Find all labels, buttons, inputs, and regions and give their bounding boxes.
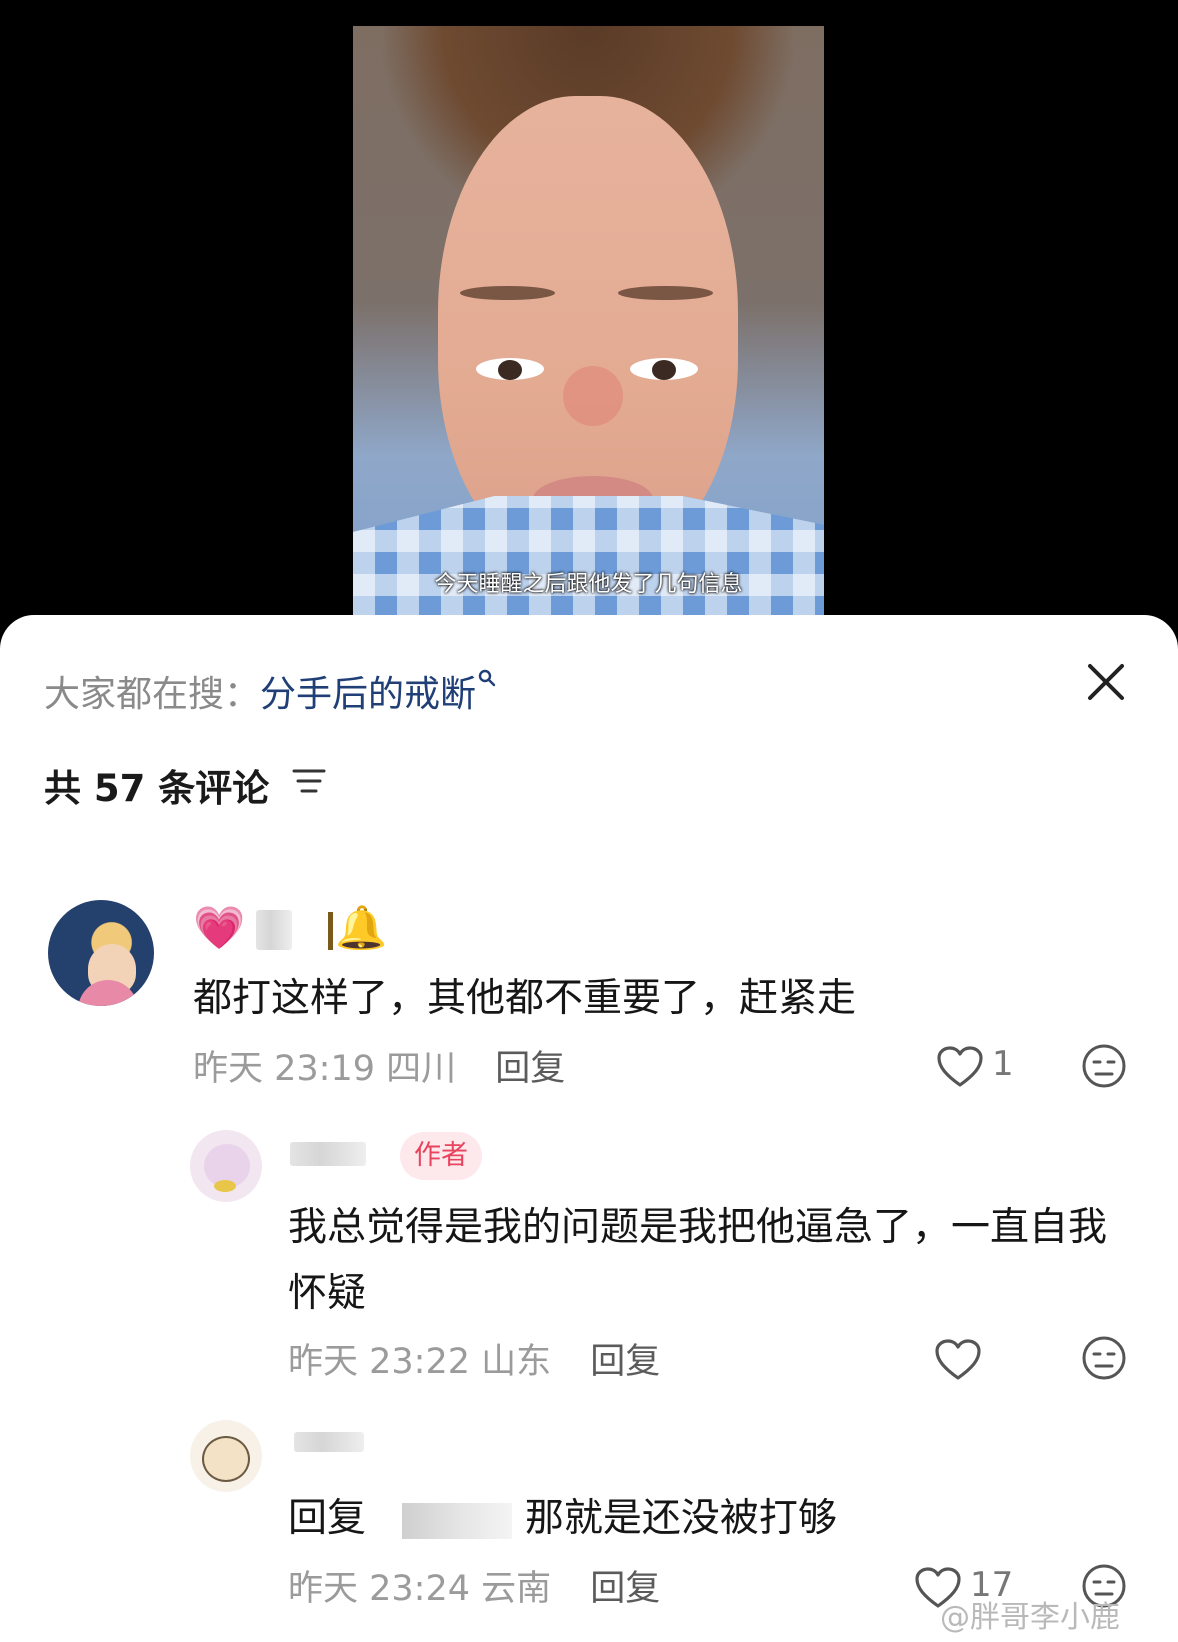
author-badge: 作者 [400,1132,482,1180]
reply-button[interactable]: 回复 [590,1342,660,1382]
comment-time: 昨天 23:22 [288,1342,470,1382]
close-icon[interactable] [1084,660,1128,704]
comment-2-text: 我总觉得是我的问题是我把他逼急了，一直自我怀疑 [288,1205,1108,1316]
dislike-face-icon[interactable] [1080,1334,1128,1382]
username-redacted-bar [328,912,333,950]
reply-button[interactable]: 回复 [590,1569,660,1609]
watermark: @胖哥李小鹿 [940,1600,1120,1635]
video-brow-right [618,286,713,300]
avatar-character [202,1436,250,1482]
trending-search-prefix: 大家都在搜： [44,674,261,715]
heart-emoji: 💗 [193,903,246,952]
comment-3-meta: 昨天 23:24 云南 回复 [288,1560,660,1611]
dislike-face-icon[interactable] [1080,1042,1128,1090]
comment-time: 昨天 23:24 [288,1569,470,1609]
comment-1-meta: 昨天 23:19 四川 回复 [193,1040,565,1091]
video-brow-left [460,286,555,300]
video-nose [563,366,623,426]
comment-1-text: 都打这样了，其他都不重要了，赶紧走 [193,976,857,1021]
like-count: 1 [992,1044,1014,1084]
avatar-character-flower [214,1180,236,1192]
reply-prefix: 回复 [288,1496,367,1541]
video-eye-right [630,358,698,380]
comment-location: 四川 [386,1049,457,1089]
avatar[interactable] [48,900,154,1006]
comment-3-text-row: 回复 那就是还没被打够 [288,1486,928,1552]
video-eye-left [476,358,544,380]
sort-icon[interactable] [292,767,326,795]
search-icon [478,669,496,687]
video-subtitle: 今天睡醒之后跟他发了几句信息 [434,572,743,597]
reply-button[interactable]: 回复 [495,1049,565,1089]
comment-3-username-redacted[interactable] [294,1432,364,1452]
trending-search[interactable]: 大家都在搜：分手后的戒断 [44,665,496,717]
comment-time: 昨天 23:19 [193,1049,375,1089]
comment-location: 山东 [481,1342,552,1382]
comment-count: 共 57 条评论 [44,767,270,810]
video-player[interactable]: 今天睡醒之后跟他发了几句信息 [353,26,824,640]
comment-3-text: 那就是还没被打够 [524,1496,837,1541]
trending-search-query[interactable]: 分手后的戒断 [260,674,476,715]
avatar[interactable] [190,1420,262,1492]
comment-1-username[interactable]: 💗 🔔 [193,904,393,952]
bell-emoji: 🔔 [335,903,388,952]
username-redacted [256,910,292,950]
comment-2-username-redacted[interactable] [290,1142,366,1166]
reply-target-redacted[interactable] [402,1502,513,1539]
avatar[interactable] [190,1130,262,1202]
comment-location: 云南 [481,1569,552,1609]
comment-2-meta: 昨天 23:22 山东 回复 [288,1333,660,1384]
video-area: 今天睡醒之后跟他发了几句信息 [0,0,1178,640]
heart-icon[interactable] [936,1045,984,1089]
heart-icon[interactable] [934,1338,982,1382]
